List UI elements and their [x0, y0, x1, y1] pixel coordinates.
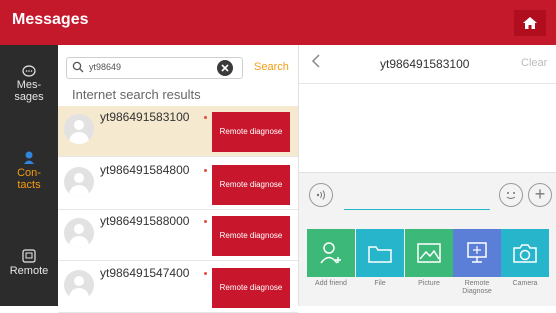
sidebar-item-contacts[interactable]: Con- tacts — [0, 151, 58, 191]
emoji-button[interactable] — [499, 183, 523, 207]
chat-pane: yt986491583100 Clear + Add friend File P… — [299, 45, 556, 306]
avatar — [64, 218, 94, 248]
remote-diagnose-button[interactable]: Remote diagnose — [212, 112, 290, 152]
search-query: yt98649 — [89, 62, 122, 72]
results-header: Internet search results — [72, 87, 201, 102]
action-label: Add friend — [315, 280, 347, 287]
emoji-icon — [506, 192, 516, 199]
remote-icon — [22, 249, 36, 263]
remote-diagnose-action-button[interactable]: Remote Diagnose — [453, 229, 501, 296]
action-label: Remote Diagnose — [462, 280, 492, 295]
picture-button[interactable]: Picture — [405, 229, 453, 288]
voice-icon — [316, 190, 325, 200]
status-dot — [204, 169, 207, 172]
plus-icon: + — [534, 184, 546, 204]
home-icon — [523, 17, 537, 29]
top-bar: Messages — [0, 0, 556, 45]
camera-button[interactable]: Camera — [501, 229, 549, 288]
search-button[interactable]: Search — [254, 61, 289, 73]
contact-name: yt986491583100 — [100, 110, 190, 124]
action-label: Camera — [512, 280, 538, 287]
action-label: File — [374, 280, 386, 287]
remote-diagnose-button[interactable]: Remote diagnose — [212, 268, 290, 308]
status-dot — [204, 220, 207, 223]
clear-search-button[interactable] — [217, 60, 233, 76]
chevron-left-icon — [311, 54, 320, 68]
sidebar-item-label: Remote — [9, 265, 49, 277]
list-item[interactable]: yt986491584800 Remote diagnose — [58, 159, 298, 210]
list-item[interactable]: yt986491547400 Remote diagnose — [58, 262, 298, 313]
add-friend-icon — [307, 229, 355, 277]
page-title: Messages — [12, 11, 89, 28]
avatar — [64, 114, 94, 144]
action-label: Picture — [418, 280, 440, 287]
list-item[interactable]: yt986491583100 Remote diagnose — [58, 106, 298, 157]
sidebar-item-label: Con- tacts — [17, 167, 41, 191]
image-icon — [405, 229, 453, 277]
list-item[interactable]: yt986491588000 Remote diagnose — [58, 210, 298, 261]
message-input[interactable] — [344, 209, 490, 210]
folder-icon — [356, 229, 404, 277]
action-panel: Add friend File Picture Remote Diagnose … — [299, 215, 556, 306]
remote-diagnose-button[interactable]: Remote diagnose — [212, 216, 290, 256]
search-input[interactable]: yt98649 — [66, 57, 243, 79]
contact-name: yt986491547400 — [100, 266, 190, 280]
camera-icon — [501, 229, 549, 277]
person-icon — [24, 151, 34, 164]
sidebar-item-label: Mes- sages — [14, 79, 44, 103]
avatar — [64, 167, 94, 197]
chat-bubble-icon — [22, 65, 36, 77]
remote-diagnose-button[interactable]: Remote diagnose — [212, 165, 290, 205]
close-icon — [221, 64, 229, 72]
chat-header: yt986491583100 Clear — [299, 45, 556, 84]
chat-peer-name: yt986491583100 — [380, 57, 470, 71]
sidebar: Mes- sages Con- tacts Remote — [0, 45, 58, 306]
contact-name: yt986491588000 — [100, 214, 190, 228]
input-bar: + — [299, 172, 556, 215]
status-dot — [204, 116, 207, 119]
contact-name: yt986491584800 — [100, 163, 190, 177]
back-button[interactable] — [311, 53, 321, 74]
clear-button[interactable]: Clear — [521, 57, 547, 69]
search-icon — [72, 61, 84, 73]
sidebar-item-messages[interactable]: Mes- sages — [0, 65, 58, 103]
add-friend-button[interactable]: Add friend — [307, 229, 355, 288]
sidebar-item-remote[interactable]: Remote — [0, 249, 58, 277]
home-button[interactable] — [514, 10, 546, 36]
status-dot — [204, 272, 207, 275]
more-button[interactable]: + — [528, 183, 552, 207]
remote-diagnose-icon — [453, 229, 501, 277]
file-button[interactable]: File — [356, 229, 404, 288]
voice-button[interactable] — [309, 183, 333, 207]
contacts-pane: yt98649 Search Internet search results y… — [58, 45, 299, 313]
avatar — [64, 270, 94, 300]
